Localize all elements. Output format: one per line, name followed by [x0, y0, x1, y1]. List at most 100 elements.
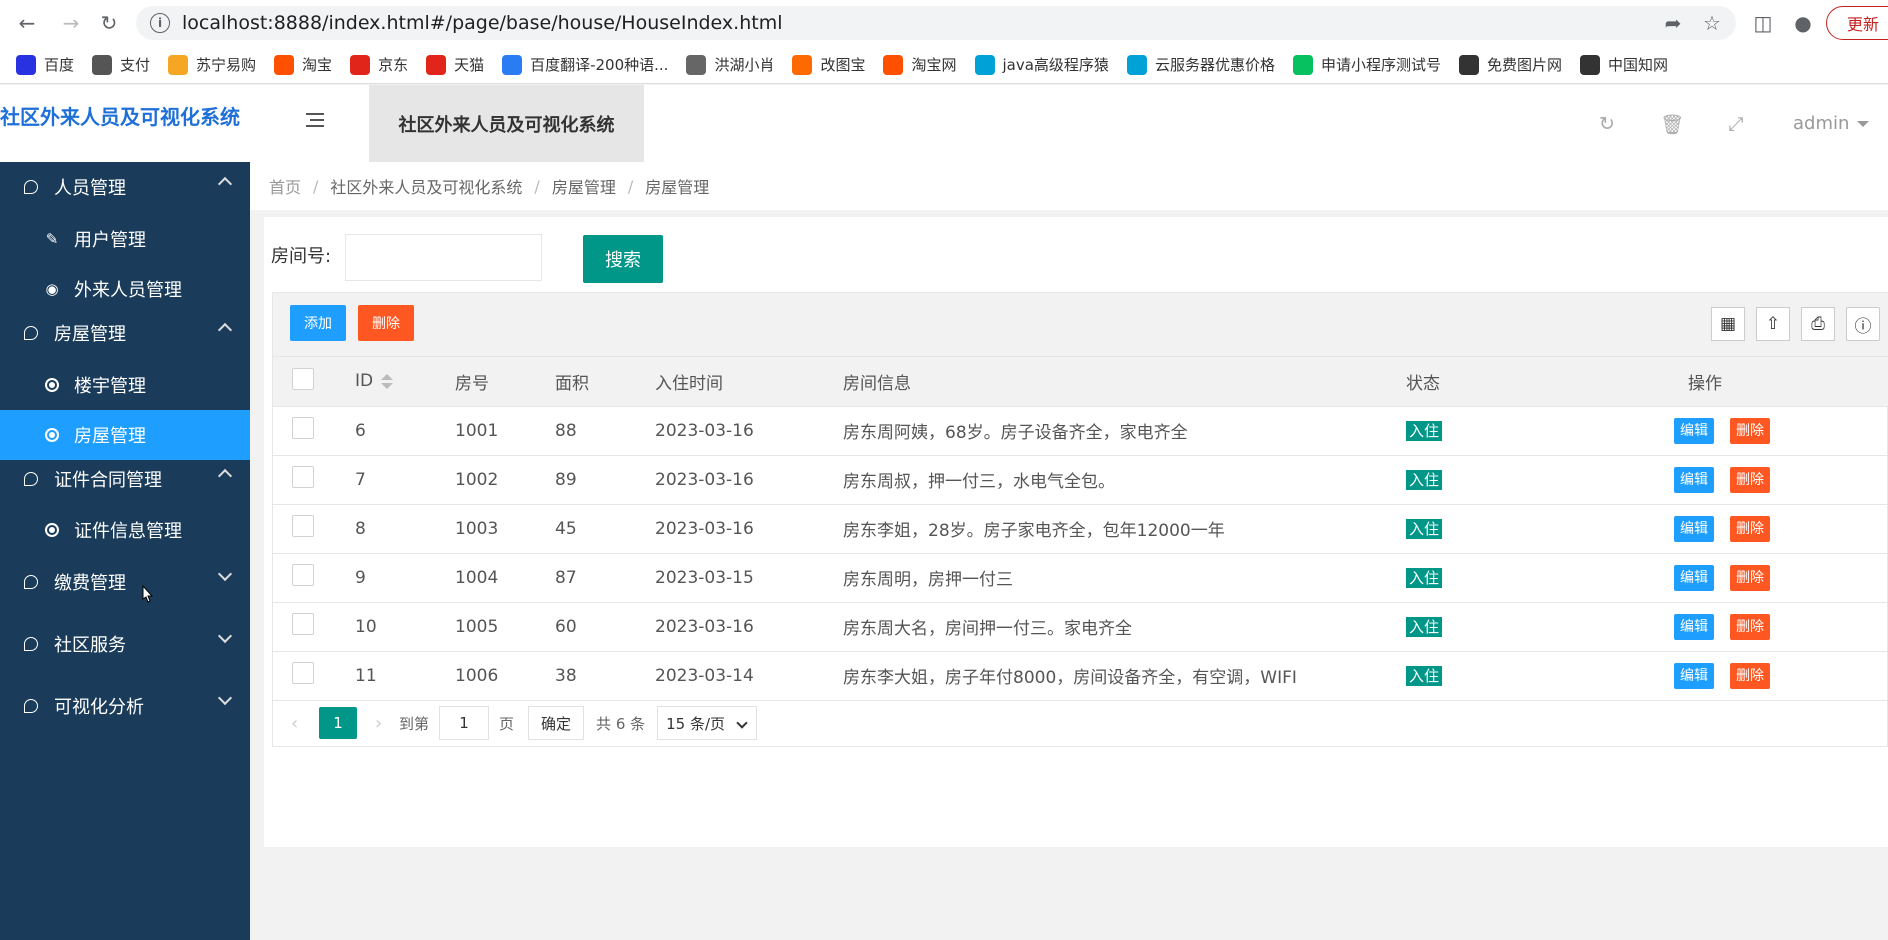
star-icon[interactable]: ☆ [1701, 11, 1723, 35]
table-row[interactable]: 10 1005 60 2023-03-16 房东周大名，房间押一付三。家电齐全 入住 编辑删… [273, 602, 1888, 652]
sidebar-group-payments[interactable]: 缴费管理 [0, 557, 250, 607]
bookmark-item[interactable]: java高级程序猿 [974, 54, 1109, 75]
bookmark-item[interactable]: 洪湖小肖 [686, 54, 774, 75]
batch-delete-button[interactable]: 删除 [358, 305, 414, 341]
edit-button[interactable]: 编辑 [1674, 613, 1714, 640]
select-all-checkbox[interactable] [292, 367, 314, 390]
table-row[interactable]: 7 1002 89 2023-03-16 房东周叔，押一付三，水电气全包。 入住 编辑 删除 [273, 455, 1888, 505]
delete-button[interactable]: 删除 [1730, 613, 1770, 640]
search-button[interactable]: 搜索 [583, 235, 663, 283]
edit-button[interactable]: 编辑 [1674, 417, 1714, 444]
bookmark-item[interactable]: 支付 [92, 54, 150, 75]
row-checkbox[interactable] [292, 662, 314, 684]
sidebar-group-services[interactable]: 社区服务 [0, 619, 250, 669]
reload-icon[interactable]: ↻ [96, 10, 122, 36]
sidebar-item-outsiders[interactable]: ◉ 外来人员管理 [0, 264, 250, 314]
sidebar-group-label: 人员管理 [54, 178, 126, 199]
prev-page-icon[interactable]: ‹ [291, 713, 305, 734]
bookmark-item[interactable]: 淘宝网 [883, 54, 957, 75]
bookmark-item[interactable]: 京东 [350, 54, 408, 75]
columns-icon[interactable]: ▦ [1711, 307, 1745, 341]
bookmark-item[interactable]: 云服务器优惠价格 [1126, 54, 1275, 75]
forward-icon[interactable]: → [58, 10, 84, 36]
sidebar-group-analytics[interactable]: 可视化分析 [0, 681, 250, 731]
breadcrumb-item[interactable]: 首页 [269, 174, 301, 198]
page-size-select[interactable]: 15 条/页 [657, 706, 758, 740]
sidebar-group-housing[interactable]: 房屋管理 [0, 308, 250, 358]
bookmark-item[interactable]: 百度翻译-200种语... [502, 54, 668, 75]
bookmark-item[interactable]: 中国知网 [1579, 54, 1668, 75]
share-icon[interactable]: ➦ [1662, 11, 1684, 35]
sidebar-item-certificates[interactable]: 证件信息管理 [0, 505, 250, 555]
table-row[interactable]: 11 1006 38 2023-03-14 房东李大姐，房子年付8000，房间设备齐全，… [273, 651, 1888, 701]
next-page-icon[interactable]: › [375, 713, 389, 734]
sidebar-item-users[interactable]: ✎ 用户管理 [0, 214, 250, 264]
bookmark-item[interactable]: 免费图片网 [1458, 54, 1562, 75]
breadcrumb: 首页 / 社区外来人员及可视化系统 / 房屋管理 / 房屋管理 [250, 162, 1888, 210]
sidebar-item-houses[interactable]: 房屋管理 [0, 410, 250, 460]
goto-confirm-button[interactable]: 确定 [528, 706, 585, 740]
status-badge: 入住 [1406, 518, 1443, 539]
table-row[interactable]: 8 1003 45 2023-03-16 房东李姐，28岁。房子家电齐全，包年12000… [273, 504, 1888, 554]
bookmark-item[interactable]: 淘宝 [274, 54, 332, 75]
back-icon[interactable]: ← [14, 10, 40, 36]
edit-button[interactable]: 编辑 [1674, 466, 1714, 493]
sidebar-item-buildings[interactable]: 楼宇管理 [0, 360, 250, 410]
edit-button[interactable]: 编辑 [1674, 564, 1714, 591]
add-button[interactable]: 添加 [290, 305, 346, 341]
goto-page-input[interactable]: 1 [439, 706, 490, 740]
trash-icon[interactable]: 🗑 [1660, 113, 1684, 136]
row-checkbox[interactable] [292, 417, 314, 439]
edit-button[interactable]: 编辑 [1674, 515, 1714, 542]
sidebar-group-contracts[interactable]: 证件合同管理 [0, 454, 250, 504]
fullscreen-icon[interactable]: ⤢ [1725, 113, 1747, 135]
delete-button[interactable]: 删除 [1730, 466, 1770, 493]
row-checkbox[interactable] [292, 466, 314, 488]
col-header: ID [355, 371, 374, 392]
sidepanel-icon[interactable]: ◫ [1752, 11, 1774, 35]
refresh-icon[interactable]: ↻ [1596, 113, 1618, 135]
page-1-button[interactable]: 1 [319, 707, 357, 739]
cell-id: 7 [355, 455, 455, 505]
row-checkbox[interactable] [292, 515, 314, 537]
bookmark-label: 百度 [44, 56, 75, 74]
profile-icon[interactable]: ● [1792, 11, 1814, 35]
row-checkbox[interactable] [292, 564, 314, 586]
bookmark-label: 申请小程序测试号 [1320, 56, 1441, 74]
delete-button[interactable]: 删除 [1730, 662, 1770, 689]
cell-room: 1003 [455, 504, 555, 554]
bookmark-icon [1126, 54, 1147, 75]
menu-toggle-icon[interactable] [306, 113, 324, 129]
delete-button[interactable]: 删除 [1730, 515, 1770, 542]
sidebar-group-personnel[interactable]: 人员管理 [0, 162, 250, 212]
row-checkbox[interactable] [292, 613, 314, 635]
bookmark-icon [883, 54, 904, 75]
cell-id: 10 [355, 602, 455, 652]
update-button[interactable]: 更新 [1826, 6, 1888, 40]
export-icon[interactable]: ⇧ [1756, 307, 1790, 341]
col-id[interactable]: ID [355, 357, 455, 407]
bookmark-item[interactable]: 苏宁易购 [168, 54, 256, 75]
cell-area: 60 [555, 602, 655, 652]
table-row[interactable]: 9 1004 87 2023-03-15 房东周明，房押一付三 入住 编辑 删除 [273, 553, 1888, 603]
delete-button[interactable]: 删除 [1730, 417, 1770, 444]
bookmark-item[interactable]: 天猫 [426, 54, 484, 75]
site-info-icon[interactable]: i [150, 13, 170, 33]
sort-icon[interactable] [381, 373, 394, 389]
address-bar[interactable]: i localhost:8888/index.html#/page/base/h… [136, 6, 1736, 40]
delete-button[interactable]: 删除 [1730, 564, 1770, 591]
user-menu[interactable]: admin [1793, 113, 1870, 134]
header-tab[interactable]: 社区外来人员及可视化系统 [369, 85, 644, 162]
bookmark-item[interactable]: 改图宝 [792, 54, 865, 75]
print-icon[interactable]: ⎙ [1801, 307, 1835, 341]
breadcrumb-item[interactable]: 社区外来人员及可视化系统 [330, 174, 522, 198]
bookmark-item[interactable]: 申请小程序测试号 [1292, 54, 1441, 75]
edit-button[interactable]: 编辑 [1674, 662, 1714, 689]
breadcrumb-item[interactable]: 房屋管理 [552, 174, 616, 198]
info-icon[interactable]: ⓘ [1846, 307, 1880, 341]
caret-down-icon [1857, 121, 1870, 127]
bookmark-item[interactable]: 百度 [16, 54, 74, 75]
room-number-input[interactable] [345, 234, 542, 281]
app-header: 社区外来人员及可视化系统 ↻ 🗑 ⤢ admin [250, 85, 1888, 162]
table-row[interactable]: 6 1001 88 2023-03-16 房东周阿姨，68岁。房子设备齐全，家电齐全 入住… [273, 406, 1888, 456]
